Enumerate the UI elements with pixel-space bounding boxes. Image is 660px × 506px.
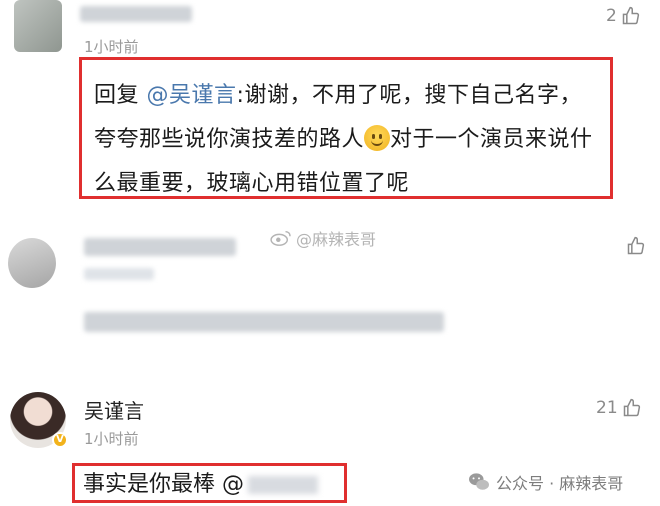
avatar[interactable] [14,0,62,52]
thumbs-up-icon [622,6,639,25]
comment-time: 1小时前 [84,430,139,448]
mention-link[interactable]: @吴谨言 [147,83,237,108]
weibo-icon [270,230,291,246]
reply-text: 事实是你最棒 [83,472,216,497]
like-count: 21 [596,398,618,418]
reply-prefix: 回复 [94,83,140,108]
like-count: 2 [606,6,617,26]
thumbs-up-icon [627,236,645,255]
username[interactable]: 吴谨言 [84,395,144,424]
wechat-watermark: 公众号 · 麻辣表哥 [468,470,623,494]
verified-badge-icon: V [52,432,68,448]
mention-blurred [248,476,319,494]
avatar[interactable] [8,238,56,288]
comment-blurred [84,312,444,332]
username-blurred [84,238,236,256]
watermark-text: @麻辣表哥 [296,230,377,249]
username-blurred [80,6,192,22]
highlighted-reply: 回复 @吴谨言:谢谢，不用了呢，搜下自己名字，夸夸那些说你演技差的路人 对于一个演… [79,57,613,199]
thumbs-up-icon [623,398,640,417]
like-button[interactable]: 21 [596,398,642,418]
comment-time: 1小时前 [84,38,139,56]
weibo-watermark: @麻辣表哥 [270,226,376,250]
like-button[interactable] [626,236,646,256]
watermark-text: 公众号 · 麻辣表哥 [496,474,624,493]
smile-emoji-icon [364,125,391,151]
like-button[interactable]: 2 [606,6,641,26]
wechat-icon [469,473,489,490]
meta-blurred [84,268,154,280]
mention-link[interactable]: @ [222,472,244,497]
highlighted-reply: 事实是你最棒 @ [72,463,347,503]
